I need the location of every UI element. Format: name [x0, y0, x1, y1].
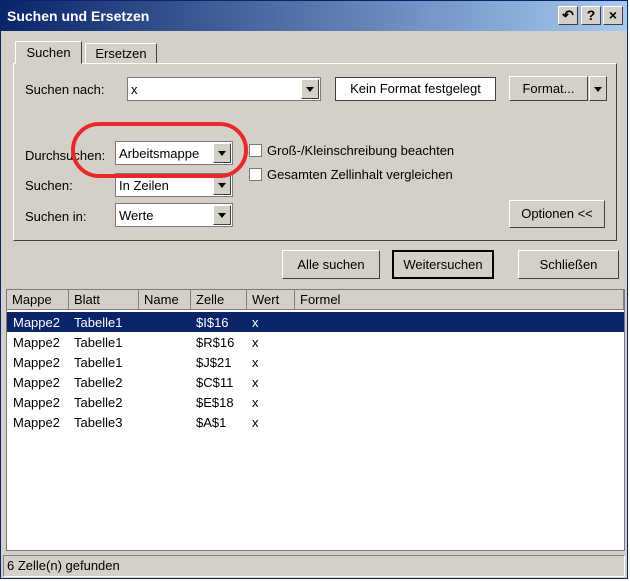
within-label: Durchsuchen: [25, 148, 106, 163]
cell-wert: x [252, 335, 259, 350]
restore-button[interactable]: ↶ [558, 6, 578, 25]
close-window-button[interactable]: × [603, 6, 623, 25]
match-case-checkbox[interactable] [249, 144, 262, 157]
match-entire-checkbox[interactable] [249, 168, 262, 181]
match-entire-label[interactable]: Gesamten Zellinhalt vergleichen [267, 167, 453, 182]
cell-zelle: $J$21 [196, 355, 232, 370]
cell-blatt: Tabelle3 [74, 415, 123, 430]
tab-suchen-label: Suchen [26, 45, 71, 60]
table-row[interactable]: Mappe2 Tabelle1 $I$16 x [7, 312, 624, 332]
tab-ersetzen-label: Ersetzen [95, 46, 147, 61]
search-for-label: Suchen nach: [25, 82, 105, 97]
chevron-down-icon[interactable] [213, 143, 231, 163]
cell-zelle: $C$11 [196, 375, 234, 390]
search-order-label: Suchen: [25, 178, 73, 193]
lookin-combo[interactable]: Werte [115, 203, 233, 227]
dialog-title: Suchen und Ersetzen [7, 8, 150, 24]
chevron-down-icon[interactable] [301, 79, 319, 99]
title-bar[interactable]: Suchen und Ersetzen ↶ ? × [1, 1, 627, 31]
options-button[interactable]: Optionen << [509, 200, 605, 228]
cell-mappe: Mappe2 [13, 375, 60, 390]
cell-blatt: Tabelle1 [74, 315, 123, 330]
format-dropdown-button[interactable] [589, 76, 607, 101]
column-header-name[interactable]: Name [139, 290, 191, 310]
cell-wert: x [252, 375, 259, 390]
close-button[interactable]: Schließen [518, 250, 619, 279]
cell-zelle: $A$1 [196, 415, 227, 430]
table-row[interactable]: Mappe2 Tabelle1 $R$16 x [7, 332, 624, 352]
chevron-down-icon [594, 87, 602, 92]
find-all-button[interactable]: Alle suchen [282, 250, 380, 279]
cell-blatt: Tabelle2 [74, 395, 123, 410]
cell-blatt: Tabelle1 [74, 335, 123, 350]
cell-mappe: Mappe2 [13, 315, 60, 330]
find-next-button[interactable]: Weitersuchen [392, 250, 494, 279]
cell-mappe: Mappe2 [13, 335, 60, 350]
cell-mappe: Mappe2 [13, 395, 60, 410]
help-button[interactable]: ? [581, 6, 601, 25]
column-header-zelle[interactable]: Zelle [191, 290, 247, 310]
format-button[interactable]: Format... [509, 76, 588, 101]
cell-wert: x [252, 395, 259, 410]
chevron-down-icon[interactable] [213, 175, 231, 195]
cell-wert: x [252, 415, 259, 430]
cell-zelle: $E$18 [196, 395, 234, 410]
search-for-combo[interactable]: x [127, 77, 321, 101]
search-for-value: x [131, 82, 138, 97]
search-order-value: In Zeilen [119, 178, 169, 193]
cell-wert: x [252, 355, 259, 370]
cell-mappe: Mappe2 [13, 415, 60, 430]
lookin-label: Suchen in: [25, 209, 87, 224]
tab-suchen[interactable]: Suchen [15, 41, 82, 64]
match-case-label[interactable]: Groß-/Kleinschreibung beachten [267, 143, 454, 158]
cell-wert: x [252, 315, 259, 330]
chevron-down-icon[interactable] [213, 205, 231, 225]
lookin-value: Werte [119, 208, 154, 223]
cell-zelle: $R$16 [196, 335, 235, 350]
within-combo[interactable]: Arbeitsmappe [115, 141, 233, 165]
table-row[interactable]: Mappe2 Tabelle3 $A$1 x [7, 412, 624, 432]
table-row[interactable]: Mappe2 Tabelle2 $E$18 x [7, 392, 624, 412]
cell-mappe: Mappe2 [13, 355, 60, 370]
tab-ersetzen[interactable]: Ersetzen [85, 43, 157, 64]
column-header-formel[interactable]: Formel [295, 290, 624, 310]
cell-zelle: $I$16 [196, 315, 229, 330]
within-value: Arbeitsmappe [119, 146, 200, 161]
column-header-blatt[interactable]: Blatt [69, 290, 139, 310]
table-row[interactable]: Mappe2 Tabelle1 $J$21 x [7, 352, 624, 372]
cell-blatt: Tabelle1 [74, 355, 123, 370]
status-bar: 6 Zelle(n) gefunden [3, 555, 625, 577]
table-row[interactable]: Mappe2 Tabelle2 $C$11 x [7, 372, 624, 392]
search-order-combo[interactable]: In Zeilen [115, 173, 233, 197]
format-preview: Kein Format festgelegt [335, 77, 496, 101]
cell-blatt: Tabelle2 [74, 375, 123, 390]
find-replace-dialog: Suchen und Ersetzen ↶ ? × Suchen Ersetze… [0, 0, 628, 579]
column-header-wert[interactable]: Wert [247, 290, 295, 310]
column-header-mappe[interactable]: Mappe [7, 290, 69, 310]
results-list[interactable]: Mappe Blatt Name Zelle Wert Formel Mappe… [6, 289, 625, 551]
